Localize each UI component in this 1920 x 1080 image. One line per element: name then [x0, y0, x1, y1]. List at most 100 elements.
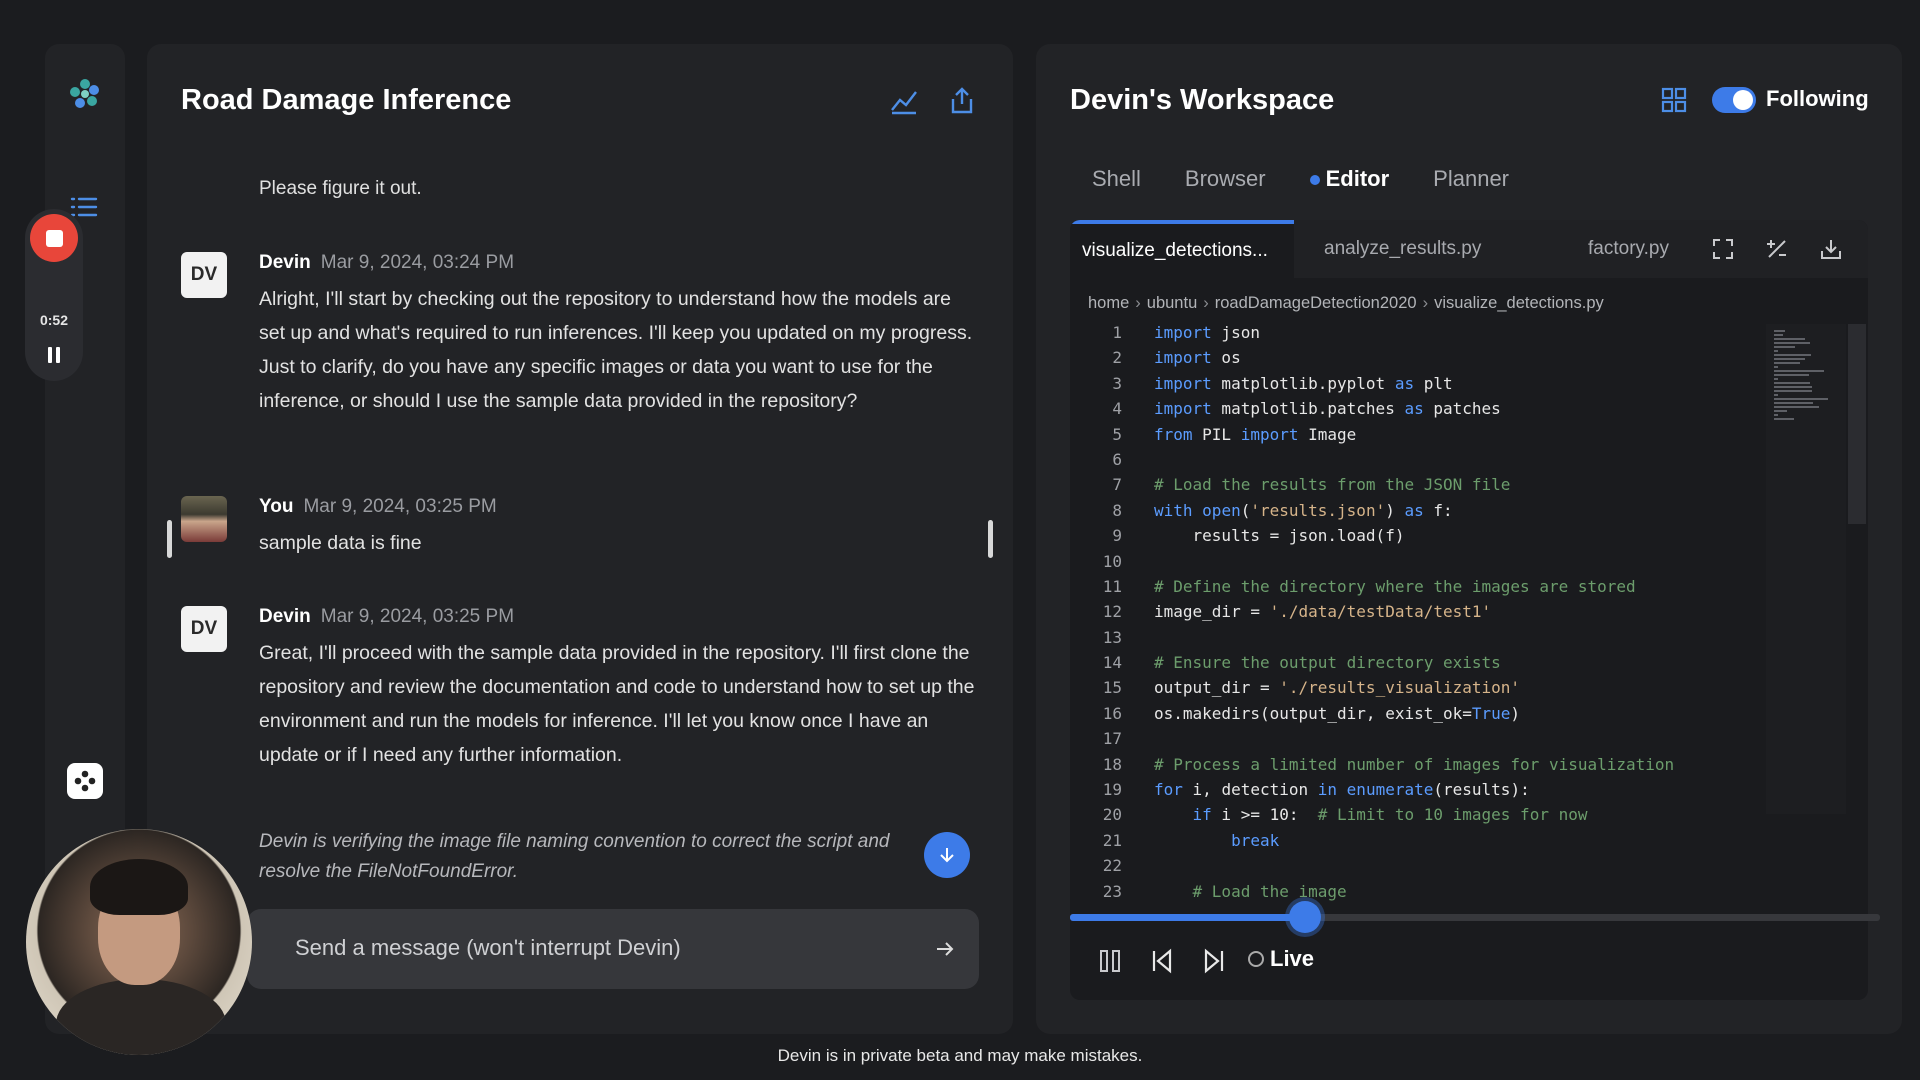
share-icon[interactable] [947, 86, 977, 116]
line-number: 2 [1112, 348, 1122, 368]
tab-planner[interactable]: Planner [1433, 166, 1509, 192]
code-text: results = json.load(f) [1154, 526, 1405, 546]
pause-icon[interactable] [1096, 947, 1124, 975]
live-label: Live [1270, 946, 1315, 971]
code-line: 21 break [1070, 828, 1770, 853]
skip-back-icon[interactable] [1148, 947, 1176, 975]
code-text: with open('results.json') as f: [1154, 500, 1453, 520]
send-icon[interactable] [933, 937, 957, 961]
resize-handle[interactable] [167, 520, 172, 558]
code-line: 3 import matplotlib.pyplot as plt [1070, 371, 1770, 396]
code-text: # Process a limited number of images for… [1154, 754, 1675, 774]
previous-message: Please figure it out. [259, 178, 422, 199]
workspace-tabs: Shell Browser Editor Planner [1092, 166, 1553, 192]
code-line: 9 results = json.load(f) [1070, 523, 1770, 548]
grid-icon[interactable] [1660, 86, 1688, 114]
code-content[interactable]: 1 import json 2 import os 3 import matplotlib… [1070, 320, 1770, 904]
breadcrumb-item[interactable]: home [1088, 294, 1129, 312]
message-time: Mar 9, 2024, 03:25 PM [320, 606, 515, 627]
line-number: 19 [1102, 780, 1122, 800]
code-text: import json [1154, 323, 1260, 342]
line-number: 23 [1102, 881, 1122, 901]
line-number: 5 [1112, 424, 1122, 444]
fullscreen-icon[interactable] [1712, 238, 1734, 260]
playback-timeline[interactable] [1070, 901, 1880, 933]
line-number: 14 [1102, 653, 1122, 673]
timeline-thumb[interactable] [1288, 901, 1321, 933]
message-body: sample data is fine [259, 532, 422, 554]
message-body: Great, I'll proceed with the sample data… [259, 642, 975, 766]
chevron-right-icon: › [1135, 294, 1141, 312]
sender-name: Devin [259, 252, 311, 273]
line-number: 16 [1102, 703, 1122, 723]
workspace-title: Devin's Workspace [1070, 84, 1335, 116]
code-line: 11 # Define the directory where the image… [1070, 574, 1770, 599]
code-line: 16 os.makedirs(output_dir, exist_ok=True) [1070, 701, 1770, 726]
chevron-right-icon: › [1422, 294, 1429, 312]
code-text: break [1231, 830, 1280, 850]
following-toggle[interactable] [1712, 87, 1756, 113]
recording-time: 0:52 [39, 312, 69, 328]
code-text: import matplotlib.patches as patches [1154, 399, 1501, 419]
code-line: 6 [1070, 447, 1770, 472]
code-minimap[interactable] [1766, 324, 1846, 814]
file-tabs: visualize_detections... analyze_results.… [1070, 220, 1868, 278]
download-icon[interactable] [1820, 238, 1842, 260]
code-line: 2 import os [1070, 345, 1770, 370]
code-text: for i, detection in enumerate(results): [1154, 780, 1530, 800]
live-dot-icon [1248, 951, 1264, 967]
chat-message: You Mar 9, 2024, 03:25 PM sample data is … [181, 496, 971, 566]
stop-recording-button[interactable] [30, 214, 78, 262]
code-text: if i >= 10: # Limit to 10 images for now [1192, 805, 1588, 825]
live-button[interactable]: Live [1248, 946, 1314, 972]
code-line: 18 # Process a limited number of images f… [1070, 752, 1770, 777]
code-line: 23 # Load the image [1070, 879, 1770, 904]
file-tab[interactable]: analyze_results.py [1324, 220, 1481, 278]
code-line: 4 import matplotlib.patches as patches [1070, 396, 1770, 421]
resize-handle[interactable] [988, 520, 993, 558]
tab-browser[interactable]: Browser [1185, 166, 1266, 192]
code-line: 15 output_dir = './results_visualization' [1070, 675, 1770, 700]
code-line: 10 [1070, 549, 1770, 574]
line-number: 8 [1112, 500, 1122, 520]
breadcrumb-item[interactable]: ubuntu [1147, 294, 1197, 312]
file-tab[interactable]: visualize_detections... [1070, 220, 1294, 278]
code-editor: visualize_detections... analyze_results.… [1070, 220, 1868, 1000]
line-number: 1 [1112, 323, 1122, 342]
code-text: # Define the directory where the images … [1154, 576, 1636, 596]
breadcrumb-item[interactable]: visualize_detections.py [1434, 294, 1604, 312]
line-number: 22 [1102, 856, 1122, 876]
line-number: 10 [1102, 551, 1122, 571]
message-header: Devin Mar 9, 2024, 03:25 PM [259, 606, 514, 628]
line-number: 20 [1102, 805, 1122, 825]
code-text: os.makedirs(output_dir, exist_ok=True) [1154, 703, 1521, 723]
line-number: 18 [1102, 754, 1122, 774]
chart-icon[interactable] [889, 86, 919, 116]
message-body: Alright, I'll start by checking out the … [259, 288, 973, 412]
chat-message: DV Devin Mar 9, 2024, 03:24 PM Alright, I… [181, 252, 972, 452]
skip-forward-icon[interactable] [1200, 947, 1228, 975]
devin-logo-icon[interactable] [67, 76, 103, 112]
line-number: 17 [1102, 729, 1122, 749]
line-number: 3 [1112, 373, 1122, 393]
editor-scrollbar[interactable] [1848, 324, 1866, 524]
breadcrumb-item[interactable]: roadDamageDetection2020 [1215, 294, 1417, 312]
chat-panel: Road Damage Inference Please figure it o… [147, 44, 1013, 1034]
code-text: # Load the results from the JSON file [1154, 475, 1511, 495]
breadcrumb: home › ubuntu › roadDamageDetection2020 › visu… [1088, 294, 1604, 313]
tab-shell[interactable]: Shell [1092, 166, 1141, 192]
line-number: 6 [1112, 449, 1122, 469]
message-header: Devin Mar 9, 2024, 03:24 PM [259, 252, 514, 274]
message-input[interactable]: Send a message (won't interrupt Devin) [247, 909, 979, 989]
code-line: 8 with open('results.json') as f: [1070, 498, 1770, 523]
tab-editor[interactable]: Editor [1309, 166, 1389, 192]
devin-mark-icon [74, 770, 96, 792]
diff-icon[interactable] [1766, 238, 1788, 260]
file-tab[interactable]: factory.py [1588, 220, 1669, 278]
app-icon[interactable] [67, 763, 103, 799]
message-time: Mar 9, 2024, 03:25 PM [303, 496, 497, 517]
line-number: 21 [1102, 830, 1122, 850]
pause-icon[interactable] [44, 345, 64, 365]
scroll-down-button[interactable] [924, 832, 970, 878]
code-line: 20 if i >= 10: # Limit to 10 images for … [1070, 802, 1770, 827]
